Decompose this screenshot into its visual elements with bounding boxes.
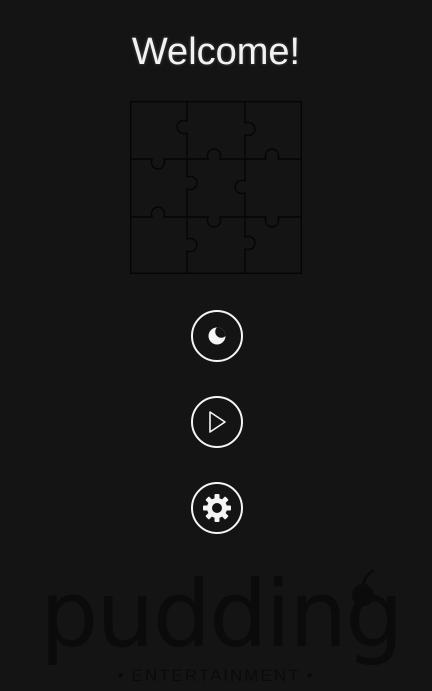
cherry-icon bbox=[348, 568, 378, 613]
brand-logo: pudding • ENTERTAINMENT • bbox=[0, 560, 432, 691]
gear-icon bbox=[201, 492, 233, 524]
separator-dot: • bbox=[306, 666, 315, 685]
brand-subtitle: ENTERTAINMENT bbox=[131, 666, 301, 685]
play-button[interactable] bbox=[191, 396, 243, 448]
contrast-icon bbox=[207, 326, 227, 346]
puzzle-grid-icon bbox=[129, 100, 303, 275]
play-icon bbox=[206, 410, 228, 434]
brand-subtitle-row: • ENTERTAINMENT • bbox=[0, 666, 432, 686]
page-title: Welcome! bbox=[131, 31, 301, 73]
brand-logo-text: pudding bbox=[40, 561, 404, 668]
theme-toggle-button[interactable] bbox=[191, 310, 243, 362]
settings-button[interactable] bbox=[191, 482, 243, 534]
separator-dot: • bbox=[117, 666, 126, 685]
